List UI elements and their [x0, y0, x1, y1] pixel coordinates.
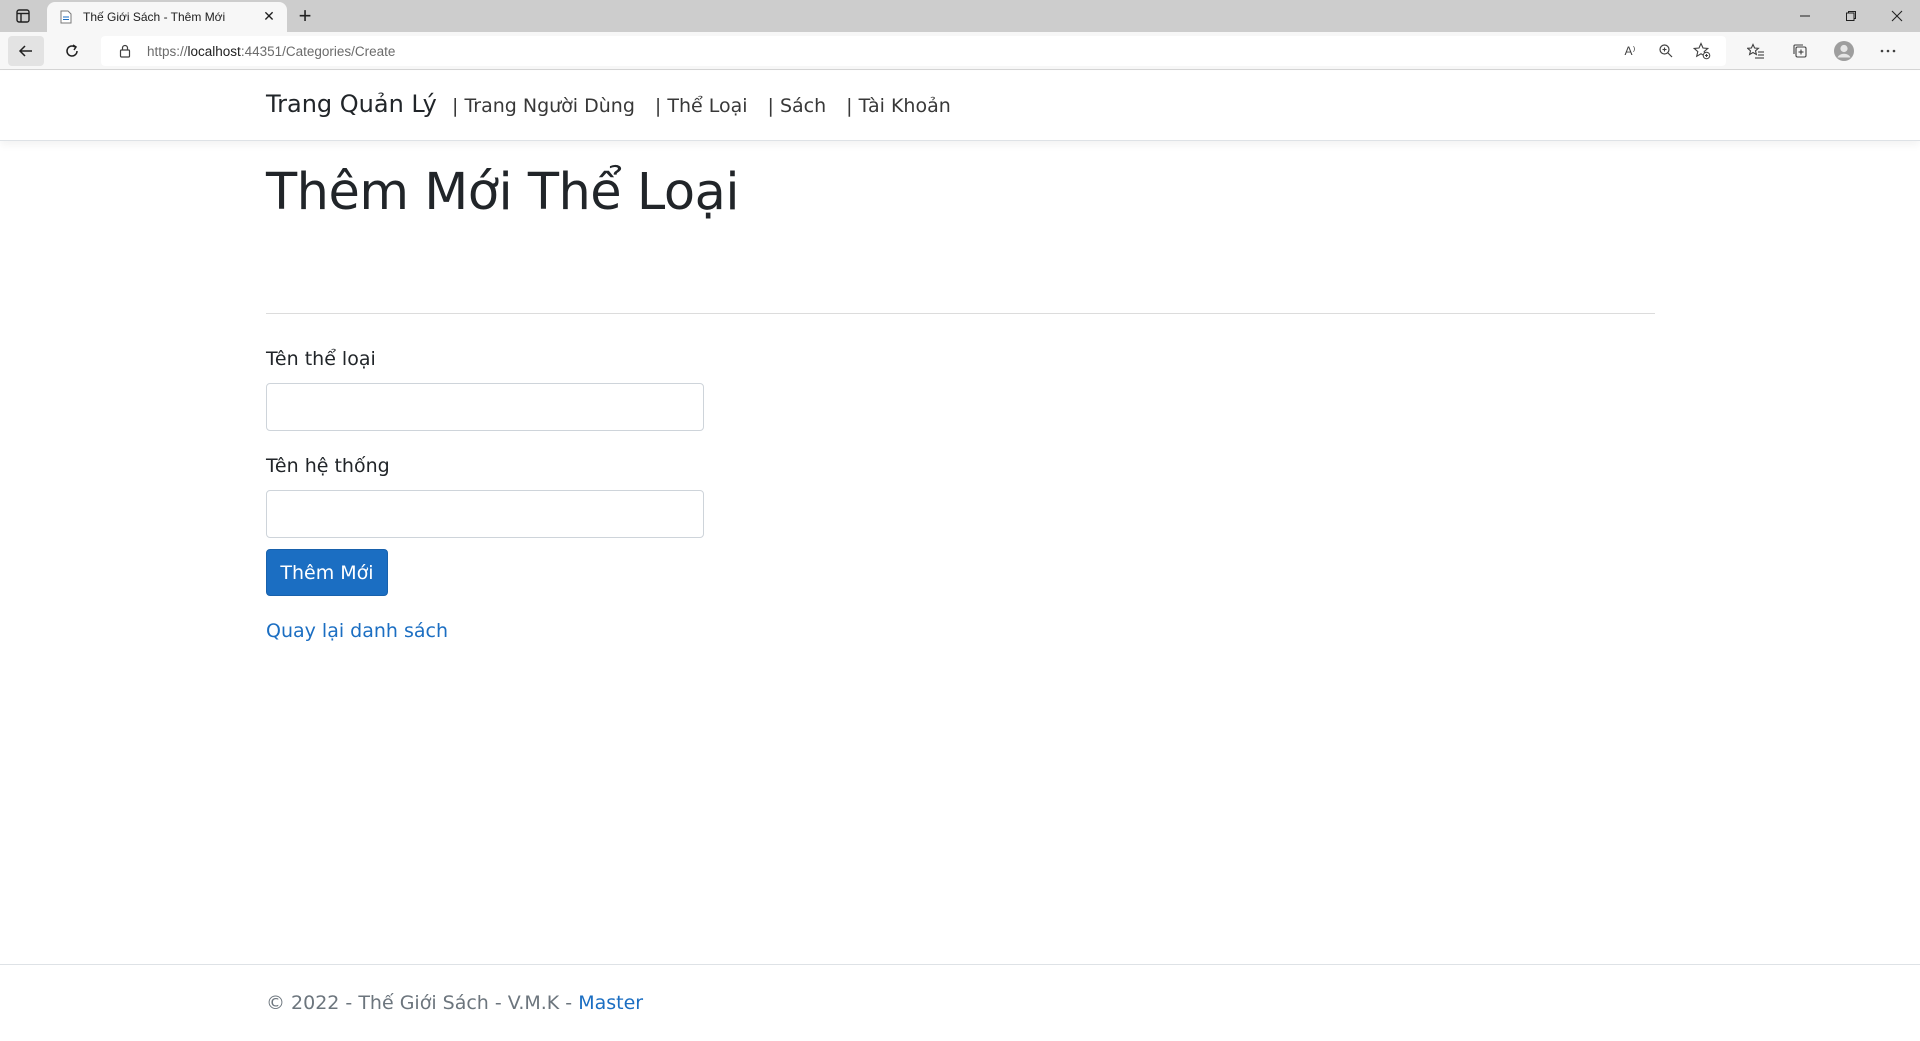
- footer-master-link[interactable]: Master: [578, 992, 643, 1014]
- back-arrow-icon[interactable]: [8, 36, 44, 66]
- add-favorite-icon[interactable]: [1684, 36, 1720, 66]
- url-text[interactable]: https://localhost:44351/Categories/Creat…: [147, 44, 395, 59]
- more-options-icon[interactable]: [1866, 36, 1910, 66]
- page-icon: [59, 9, 73, 25]
- address-bar[interactable]: https://localhost:44351/Categories/Creat…: [101, 36, 1726, 66]
- page-title: Thêm Mới Thể Loại: [266, 163, 740, 222]
- site-footer: © 2022 - Thế Giới Sách - V.M.K - Master: [0, 964, 1920, 1041]
- navbar-brand[interactable]: Trang Quản Lý: [266, 90, 437, 118]
- browser-toolbar: https://localhost:44351/Categories/Creat…: [0, 32, 1920, 70]
- divider: [266, 313, 1655, 314]
- nav-link-accounts[interactable]: | Tài Khoản: [846, 95, 951, 117]
- page-content: Trang Quản Lý | Trang Người Dùng | Thể L…: [0, 71, 1920, 1041]
- close-window-icon[interactable]: [1874, 0, 1920, 32]
- back-to-list-link[interactable]: Quay lại danh sách: [266, 620, 448, 642]
- favorites-icon[interactable]: [1734, 36, 1778, 66]
- lock-icon[interactable]: [117, 43, 133, 59]
- minimize-icon[interactable]: [1782, 0, 1828, 32]
- read-aloud-icon[interactable]: A⁾: [1612, 36, 1648, 66]
- tab-title: Thế Giới Sách - Thêm Mới: [83, 10, 226, 24]
- reload-icon[interactable]: [54, 36, 90, 66]
- new-tab-icon[interactable]: +: [293, 3, 317, 28]
- zoom-icon[interactable]: [1648, 36, 1684, 66]
- close-tab-icon[interactable]: ✕: [259, 7, 279, 27]
- nav-links: | Trang Người Dùng | Thể Loại | Sách | T…: [452, 95, 971, 117]
- profile-avatar-icon[interactable]: [1822, 36, 1866, 66]
- browser-tab-bar: Thế Giới Sách - Thêm Mới ✕ +: [0, 0, 1920, 32]
- system-name-label: Tên hệ thống: [266, 455, 390, 477]
- tab-actions-icon[interactable]: [12, 6, 34, 26]
- footer-copyright: © 2022 - Thế Giới Sách - V.M.K -: [266, 992, 579, 1014]
- restore-icon[interactable]: [1828, 0, 1874, 32]
- category-name-input[interactable]: [266, 383, 704, 431]
- nav-link-users[interactable]: | Trang Người Dùng: [452, 95, 635, 117]
- system-name-input[interactable]: [266, 490, 704, 538]
- window-controls: [1782, 0, 1920, 32]
- browser-tab[interactable]: Thế Giới Sách - Thêm Mới ✕: [47, 2, 287, 32]
- category-name-label: Tên thể loại: [266, 348, 376, 370]
- submit-create-button[interactable]: Thêm Mới: [266, 549, 388, 596]
- nav-link-categories[interactable]: | Thể Loại: [655, 95, 748, 117]
- site-navbar: Trang Quản Lý | Trang Người Dùng | Thể L…: [0, 71, 1920, 141]
- footer-text: © 2022 - Thế Giới Sách - V.M.K - Master: [266, 992, 643, 1014]
- collections-icon[interactable]: [1778, 36, 1822, 66]
- nav-link-books[interactable]: | Sách: [768, 95, 827, 117]
